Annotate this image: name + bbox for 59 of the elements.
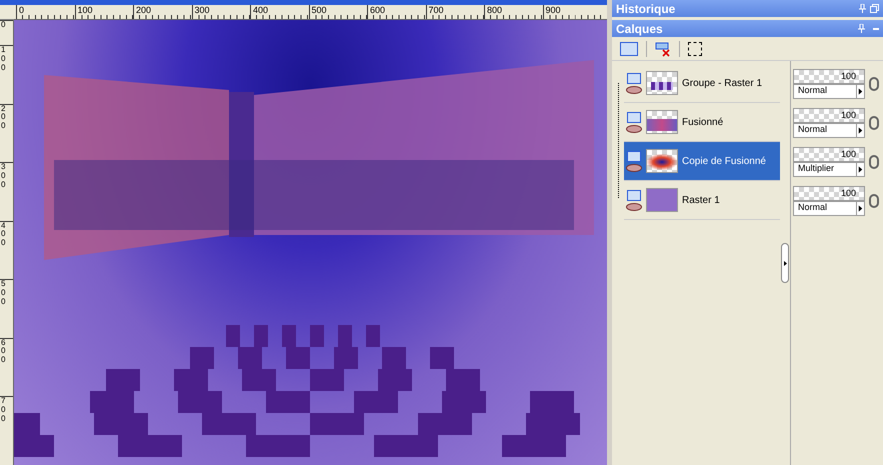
ruler-label: 600 [1,338,6,365]
visibility-eye-icon[interactable] [626,164,642,172]
layer-thumbnail [646,149,678,173]
layer-thumbnail [646,110,678,134]
panel-splitter-handle[interactable] [781,243,789,283]
opacity-field[interactable]: 100 [793,146,865,162]
ruler-label: 200 [1,104,6,131]
layer-name: Raster 1 [682,194,720,208]
ruler-label: 100 [1,46,6,72]
dropdown-arrow-icon [856,84,864,98]
ruler-label: 0 [19,5,24,15]
ruler-label: 400 [253,5,268,15]
layer-type-icon [627,190,641,200]
pin-icon[interactable] [859,4,866,13]
ruler-label: 900 [546,5,561,15]
visibility-eye-icon[interactable] [626,86,642,94]
ruler-label: 600 [370,5,386,15]
new-layer-icon[interactable] [620,42,638,56]
layer-type-icon [627,72,641,84]
layer-name: Copie de Fusionné [682,154,766,168]
ruler-label: 500 [312,5,327,15]
layer-row[interactable]: Groupe - Raster 1 [624,64,780,103]
ruler-label: 300 [1,163,6,190]
dropdown-arrow-icon [856,202,864,214]
blend-mode-dropdown[interactable]: Normal [793,200,865,216]
layer-thumbnail [646,188,678,212]
ruler-label: 200 [136,5,152,15]
panel-title: Historique [616,0,676,18]
ruler-label: 800 [487,5,502,15]
ruler-label: 300 [194,5,210,15]
opacity-field[interactable]: 100 [793,108,865,122]
ruler-label: 100 [78,5,93,15]
blend-mode-dropdown[interactable]: Normal [793,84,865,98]
layer-type-icon [627,150,641,162]
delete-layer-icon[interactable] [655,40,671,56]
layer-name: Groupe - Raster 1 [682,76,762,90]
ruler-label: 700 [1,397,6,424]
visibility-eye-icon[interactable] [626,202,642,210]
selection-brush-icon[interactable] [688,42,702,56]
layer-type-icon [627,112,641,122]
ruler-label: 700 [428,5,444,15]
layer-name: Fusionné [682,116,724,130]
minimize-icon[interactable] [873,28,879,30]
panel-title: Calques [616,20,663,38]
visibility-eye-icon[interactable] [626,124,642,132]
opacity-field[interactable]: 100 [793,68,865,84]
dropdown-arrow-icon [856,162,864,176]
opacity-field[interactable]: 100 [793,186,865,200]
layer-row[interactable]: Raster 1 [624,181,780,220]
blend-mode-dropdown[interactable]: Multiplier [793,162,865,176]
restore-icon[interactable] [870,4,879,13]
layer-thumbnail [646,71,678,95]
ruler-label: 0 [1,21,6,30]
blend-mode-dropdown[interactable]: Normal [793,122,865,138]
ruler-label: 500 [1,280,6,306]
layer-row[interactable]: Copie de Fusionné [624,142,780,181]
pin-icon[interactable] [858,24,865,33]
dropdown-arrow-icon [856,124,864,136]
ruler-label: 400 [1,222,6,248]
